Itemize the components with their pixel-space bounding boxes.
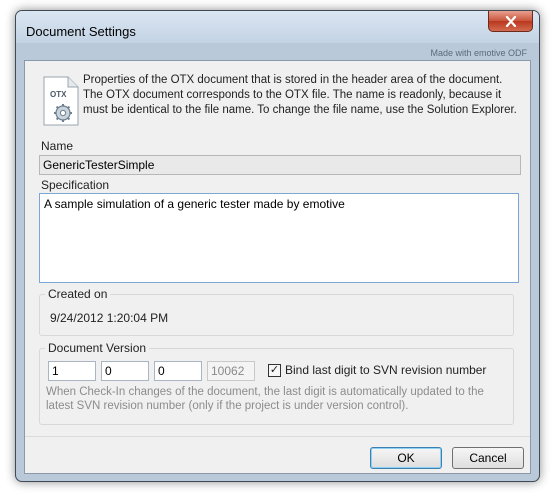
bind-svn-checkbox[interactable]: ✓ [268, 364, 281, 377]
ok-button[interactable]: OK [370, 447, 442, 469]
specification-label: Specification [41, 178, 110, 192]
otx-document-icon: OTX [43, 76, 79, 126]
version-revision-input: 10062 [207, 361, 255, 381]
version-major-input[interactable]: 1 [48, 361, 96, 381]
watermark: Made with emotive ODF [430, 48, 527, 58]
created-on-value: 9/24/2012 1:20:04 PM [50, 311, 169, 325]
title-bar[interactable]: Document Settings [16, 11, 539, 43]
document-version-label: Document Version [45, 341, 150, 355]
name-label: Name [41, 139, 74, 153]
info-description: Properties of the OTX document that is s… [83, 74, 517, 116]
specification-textarea[interactable]: A sample simulation of a generic tester … [39, 193, 519, 283]
created-on-label: Created on [45, 287, 111, 301]
created-on-group: Created on 9/24/2012 1:20:04 PM [39, 287, 514, 336]
version-build-input[interactable]: 0 [154, 361, 202, 381]
close-button[interactable] [488, 11, 533, 32]
checkmark-icon: ✓ [269, 364, 280, 376]
cancel-button[interactable]: Cancel [452, 447, 524, 469]
document-version-group: Document Version 1 0 0 10062 ✓ Bind last… [39, 341, 514, 425]
bind-svn-label[interactable]: Bind last digit to SVN revision number [285, 363, 486, 377]
dialog-content: OTX Properties of the OTX document that … [24, 60, 531, 474]
name-field[interactable]: GenericTesterSimple [39, 155, 521, 175]
version-minor-input[interactable]: 0 [101, 361, 149, 381]
document-settings-window: Document Settings Made with emotive ODF … [15, 10, 540, 482]
otx-icon-label: OTX [50, 90, 67, 99]
svn-note: When Check-In changes of the document, t… [46, 386, 484, 412]
close-icon [505, 15, 516, 27]
window-title: Document Settings [26, 24, 136, 39]
divider [25, 436, 530, 437]
